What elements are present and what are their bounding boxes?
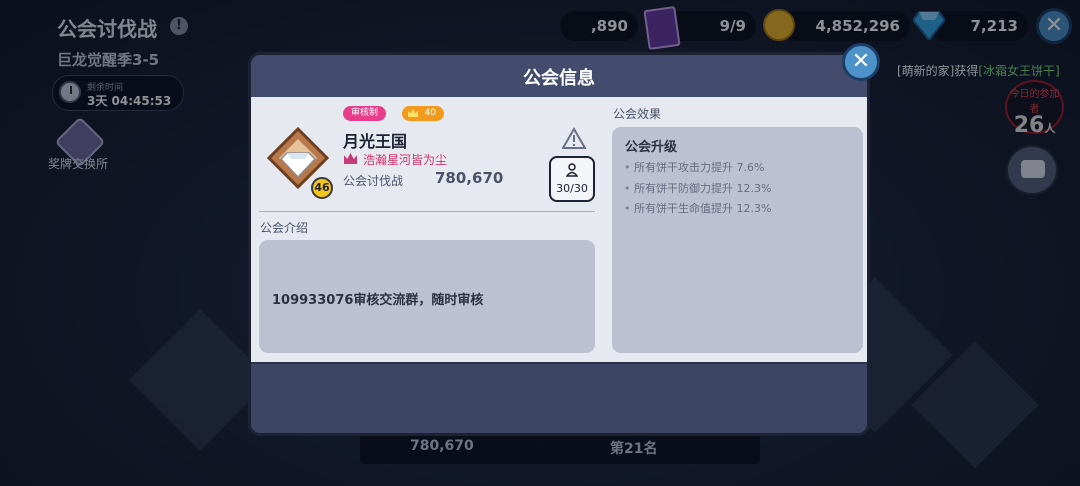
intro-box: 109933076审核交流群，随时审核 xyxy=(259,240,595,353)
leader-name[interactable]: 浩瀚星河皆为尘 xyxy=(363,151,447,168)
effect-title: 公会升级 xyxy=(625,140,678,155)
modal-body: 审核制 40 46 月光王国 浩瀚星河皆为尘 公会讨伐战 780,670 30/… xyxy=(251,97,867,362)
emblem-level: 46 xyxy=(311,177,333,199)
modal-close-icon[interactable]: ✕ xyxy=(842,43,880,81)
effect-item: 所有饼干生命值提升 12.3% xyxy=(624,199,771,220)
guild-level-badge: 40 xyxy=(402,106,444,121)
guild-info-modal: 公会信息 审核制 40 46 月光王国 浩瀚星河皆为尘 公会讨伐战 780,67… xyxy=(248,52,870,436)
approval-badge: 审核制 xyxy=(343,106,387,121)
member-count: 30/30 xyxy=(556,182,588,195)
intro-label: 公会介绍 xyxy=(260,221,309,235)
score-label: 公会讨伐战 xyxy=(343,174,404,188)
divider xyxy=(259,211,595,212)
score-value: 780,670 xyxy=(435,169,504,187)
report-icon[interactable] xyxy=(562,127,586,149)
effect-label: 公会效果 xyxy=(613,107,662,121)
guild-name: 月光王国 xyxy=(343,132,408,151)
crown-icon xyxy=(344,153,357,164)
member-list-button[interactable]: 30/30 xyxy=(549,156,595,202)
modal-title: 公会信息 xyxy=(523,68,595,89)
modal-header: 公会信息 xyxy=(251,55,867,98)
effect-item: 所有饼干防御力提升 12.3% xyxy=(624,179,771,200)
effect-list: 所有饼干攻击力提升 7.6% 所有饼干防御力提升 12.3% 所有饼干生命值提升… xyxy=(624,158,771,220)
person-icon xyxy=(566,163,578,177)
modal-footer xyxy=(251,362,867,433)
effect-item: 所有饼干攻击力提升 7.6% xyxy=(624,158,771,179)
effect-box: 公会升级 所有饼干攻击力提升 7.6% 所有饼干防御力提升 12.3% 所有饼干… xyxy=(612,127,863,353)
intro-text: 109933076审核交流群，随时审核 xyxy=(272,293,484,308)
